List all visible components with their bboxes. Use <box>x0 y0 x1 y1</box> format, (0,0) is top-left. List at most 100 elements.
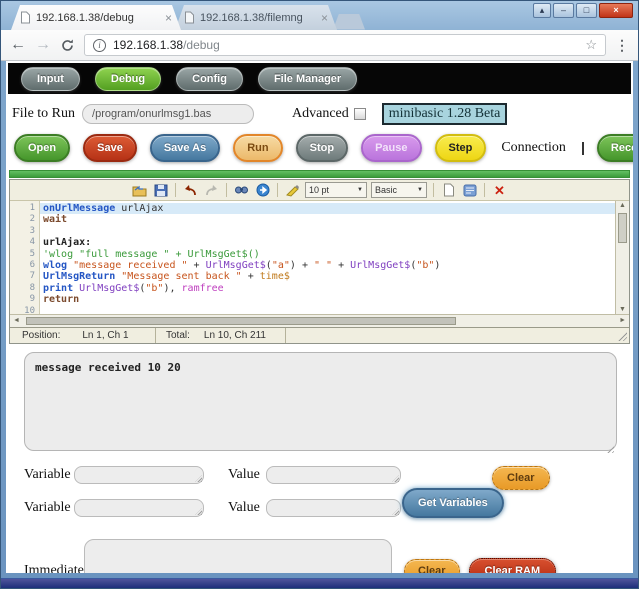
tab-title: 192.168.1.38/filemng <box>200 12 316 24</box>
line-number: 9 <box>10 294 35 305</box>
immediate-label: Immediate <box>24 563 84 574</box>
open-button[interactable]: Open <box>14 134 70 162</box>
tab-close-icon[interactable]: × <box>321 11 328 25</box>
variable-label: Variable <box>24 467 74 483</box>
clear-ram-button[interactable]: Clear RAM <box>469 558 557 574</box>
toolbar-separator <box>484 183 485 197</box>
file-to-run-input[interactable] <box>82 104 254 124</box>
scroll-up-icon[interactable]: ▲ <box>616 202 629 209</box>
tab-title: 192.168.1.38/debug <box>36 12 160 24</box>
total-cell: Total: Ln 10, Ch 211 <box>156 328 286 343</box>
browser-titlebar: 192.168.1.38/debug × 192.168.1.38/filemn… <box>1 1 638 30</box>
scroll-left-icon[interactable]: ◄ <box>13 317 20 324</box>
forward-icon[interactable]: → <box>35 37 51 53</box>
variable-row: Variable Value <box>24 499 401 517</box>
browser-window: 192.168.1.38/debug × 192.168.1.38/filemn… <box>0 0 639 589</box>
clear-immediate-button[interactable]: Clear <box>404 559 460 574</box>
code-line <box>40 306 615 314</box>
toolbar-separator <box>277 183 278 197</box>
variable-label: Variable <box>24 500 74 516</box>
value-input-1[interactable] <box>266 466 401 484</box>
immediate-input[interactable] <box>84 539 392 573</box>
pause-button[interactable]: Pause <box>361 134 421 162</box>
go-to-line-icon[interactable] <box>254 182 271 198</box>
redo-icon[interactable] <box>203 182 220 198</box>
variable-input-1[interactable] <box>74 466 204 484</box>
variables-section: Variable Value Variable Value Get Variab… <box>24 466 631 526</box>
undo-icon[interactable] <box>182 182 199 198</box>
editor-horizontal-scrollbar[interactable]: ◄ ► <box>10 314 629 327</box>
advanced-label: Advanced <box>292 106 349 122</box>
advanced-checkbox[interactable] <box>354 108 366 120</box>
get-variables-button[interactable]: Get Variables <box>402 488 504 518</box>
reconnect-button[interactable]: Reconnect <box>597 134 633 162</box>
editor-resize-grip[interactable] <box>617 331 627 341</box>
nav-input-button[interactable]: Input <box>21 67 80 91</box>
stop-button[interactable]: Stop <box>296 134 348 162</box>
window-bottom-border <box>1 578 638 588</box>
back-icon[interactable]: ← <box>10 37 26 53</box>
maximize-button[interactable]: □ <box>576 3 597 18</box>
site-info-icon[interactable]: i <box>93 39 106 52</box>
open-file-icon[interactable] <box>131 182 148 198</box>
syntax-select[interactable]: Basic ▼ <box>371 182 427 198</box>
line-number: 4 <box>10 237 35 248</box>
close-button[interactable]: × <box>599 3 633 18</box>
step-button[interactable]: Step <box>435 134 487 162</box>
position-label: Position: <box>22 330 60 341</box>
position-cell: Position: Ln 1, Ch 1 <box>10 328 156 343</box>
browser-menu-icon[interactable]: ⋮ <box>615 37 629 54</box>
clear-variables-button[interactable]: Clear <box>492 466 550 490</box>
editor-vertical-scrollbar[interactable]: ▲ ▼ <box>615 201 629 314</box>
url-host: 192.168.1.38 <box>113 38 183 52</box>
refresh-icon[interactable] <box>60 38 75 53</box>
save-button[interactable]: Save <box>83 134 137 162</box>
scroll-down-icon[interactable]: ▼ <box>616 306 629 313</box>
code-line <box>40 226 615 237</box>
toolbar-separator <box>433 183 434 197</box>
word-wrap-icon[interactable] <box>461 182 478 198</box>
window-extra-button[interactable]: ▴ <box>533 3 551 18</box>
save-as-button[interactable]: Save As <box>150 134 220 162</box>
horizontal-scroll-thumb[interactable] <box>26 317 456 325</box>
window-controls: ▴ – □ × <box>533 3 633 18</box>
code-lines[interactable]: onUrlMessage urlAjaxwaiturlAjax:'wlog "f… <box>40 201 615 314</box>
font-size-select[interactable]: 10 pt ▼ <box>305 182 367 198</box>
tab-close-icon[interactable]: × <box>165 11 172 25</box>
output-console[interactable]: message received 10 20 <box>24 352 617 451</box>
address-bar[interactable]: i 192.168.1.38/debug ☆ <box>84 34 606 56</box>
code-editor: 10 pt ▼ Basic ▼ ✕ 12345678910 onUrlMessa… <box>9 179 630 344</box>
line-number: 1 <box>10 203 35 214</box>
vertical-scroll-thumb[interactable] <box>618 213 627 243</box>
line-number: 7 <box>10 271 35 282</box>
minimize-button[interactable]: – <box>553 3 574 18</box>
immediate-section: Immediate Clear Clear RAM <box>24 539 631 573</box>
line-number: 5 <box>10 249 35 260</box>
tab-filemng[interactable]: 192.168.1.38/filemng × <box>175 5 337 30</box>
syntax-highlight-icon[interactable] <box>284 182 301 198</box>
variable-row: Variable Value <box>24 466 401 484</box>
nav-file-manager-button[interactable]: File Manager <box>258 67 357 91</box>
tab-debug[interactable]: 192.168.1.38/debug × <box>11 5 181 30</box>
bookmark-star-icon[interactable]: ☆ <box>585 37 597 53</box>
code-line: 'wlog "full message " + UrlMsgGet$() <box>40 249 615 260</box>
chevron-down-icon: ▼ <box>357 187 363 193</box>
code-line: return <box>40 294 615 305</box>
nav-config-button[interactable]: Config <box>176 67 243 91</box>
close-editor-icon[interactable]: ✕ <box>491 182 508 198</box>
run-button[interactable]: Run <box>233 134 282 162</box>
value-label: Value <box>228 467 266 483</box>
editor-toolbar: 10 pt ▼ Basic ▼ ✕ <box>10 180 629 201</box>
save-file-icon[interactable] <box>152 182 169 198</box>
new-tab-button[interactable] <box>333 14 365 30</box>
scroll-right-icon[interactable]: ► <box>619 317 626 324</box>
nav-debug-button[interactable]: Debug <box>95 67 161 91</box>
value-input-2[interactable] <box>266 499 401 517</box>
new-document-icon[interactable] <box>440 182 457 198</box>
page-favicon-icon <box>184 11 195 24</box>
variable-input-2[interactable] <box>74 499 204 517</box>
value-field-wrap <box>266 499 401 517</box>
search-icon[interactable] <box>233 182 250 198</box>
app-nav-bar: Input Debug Config File Manager <box>8 63 631 94</box>
connection-status-indicator <box>582 142 584 155</box>
